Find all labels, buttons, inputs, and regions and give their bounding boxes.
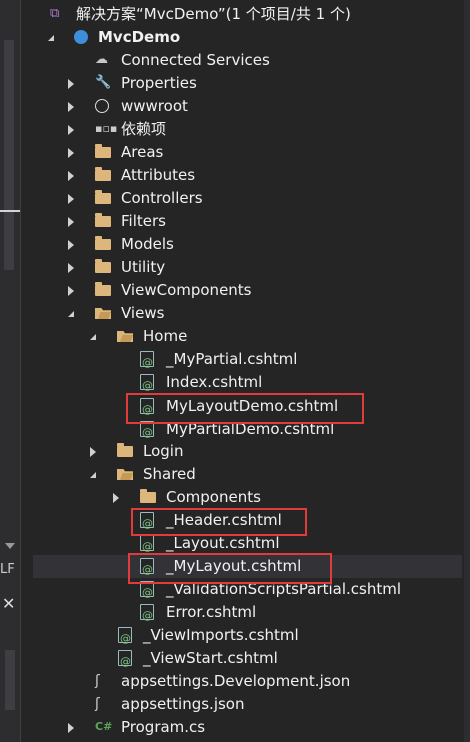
scrollbar-thumb[interactable] <box>4 40 14 270</box>
annotation-box-header <box>131 508 307 536</box>
line-ending-label: LF <box>0 562 15 577</box>
item-label: ViewComponents <box>121 281 252 299</box>
expander-closed-icon[interactable] <box>68 171 74 181</box>
scrollbar-thumb-lower[interactable] <box>5 650 15 710</box>
left-panel: LF ✕ <box>0 0 21 742</box>
item-label: appsettings.Development.json <box>121 672 351 690</box>
item-label: _ViewStart.cshtml <box>143 649 278 667</box>
item-label: _ViewImports.cshtml <box>143 626 299 644</box>
item-label: Index.cshtml <box>166 373 263 391</box>
csharp-file-icon: C# <box>95 720 113 733</box>
json-file-icon: ʃ <box>95 696 100 712</box>
scroll-down-icon[interactable] <box>5 543 15 549</box>
visual-studio-solution-icon: ⧉ <box>50 6 60 21</box>
cshtml-file-icon <box>140 535 154 558</box>
annotation-box-mylayoutdemo <box>126 393 364 424</box>
project-label: MvcDemo <box>98 28 181 46</box>
cshtml-file-icon <box>140 351 154 374</box>
json-file-icon: ʃ <box>95 673 100 689</box>
item-label: Views <box>121 304 165 322</box>
item-label: Program.cs <box>121 718 206 736</box>
item-label: Login <box>143 442 184 460</box>
cshtml-file-icon <box>118 650 132 673</box>
annotation-box-mylayout <box>128 553 332 584</box>
expander-closed-icon[interactable] <box>68 263 74 273</box>
item-label: Areas <box>121 143 164 161</box>
expander-closed-icon[interactable] <box>68 148 74 158</box>
item-label: Controllers <box>121 189 203 207</box>
folder-icon <box>95 213 111 227</box>
globe-icon <box>95 99 109 113</box>
folder-icon <box>95 259 111 273</box>
expander-closed-icon[interactable] <box>68 723 74 733</box>
expander-closed-icon[interactable] <box>68 125 74 135</box>
folder-icon <box>95 282 111 296</box>
expander-open-icon[interactable] <box>68 311 74 317</box>
wrench-icon: 🔧 <box>95 75 112 90</box>
item-label: Shared <box>143 465 196 483</box>
item-label: 依赖项 <box>121 120 167 138</box>
expander-closed-icon[interactable] <box>68 240 74 250</box>
close-icon[interactable]: ✕ <box>2 594 15 613</box>
divider <box>0 210 20 212</box>
item-label: Models <box>121 235 174 253</box>
folder-open-icon <box>117 469 133 480</box>
item-label: Filters <box>121 212 166 230</box>
folder-icon <box>95 144 111 158</box>
item-label: Error.cshtml <box>166 603 257 621</box>
cshtml-file-icon <box>140 374 154 397</box>
dependencies-icon: ▪▫▪ <box>95 122 118 135</box>
expander-closed-icon[interactable] <box>113 493 119 503</box>
expander-open-icon[interactable] <box>48 35 54 41</box>
item-label: Connected Services <box>121 51 270 69</box>
expander-closed-icon[interactable] <box>68 286 74 296</box>
cshtml-file-icon <box>118 627 132 650</box>
folder-icon <box>140 489 156 503</box>
expander-open-icon[interactable] <box>90 334 96 340</box>
item-label: _MyPartial.cshtml <box>166 350 298 368</box>
folder-open-icon <box>95 308 111 319</box>
expander-open-icon[interactable] <box>90 472 96 478</box>
expander-closed-icon[interactable] <box>68 102 74 112</box>
folder-icon <box>95 236 111 250</box>
item-label: wwwroot <box>121 97 188 115</box>
folder-icon <box>117 443 133 457</box>
item-label: Properties <box>121 74 197 92</box>
item-label: Components <box>166 488 261 506</box>
expander-closed-icon[interactable] <box>68 194 74 204</box>
solution-label: 解决方案“MvcDemo”(1 个项目/共 1 个) <box>76 5 351 23</box>
right-scrollbar[interactable] <box>464 0 470 742</box>
web-project-icon <box>74 30 88 44</box>
folder-open-icon <box>117 331 133 342</box>
cshtml-file-icon <box>140 604 154 627</box>
item-label: Attributes <box>121 166 196 184</box>
folder-icon <box>95 167 111 181</box>
item-label: Utility <box>121 258 166 276</box>
item-label: Home <box>143 327 188 345</box>
expander-closed-icon[interactable] <box>68 79 74 89</box>
folder-icon <box>95 190 111 204</box>
item-label: appsettings.json <box>121 695 245 713</box>
expander-closed-icon[interactable] <box>90 447 96 457</box>
connected-services-icon: ☁ <box>95 52 108 67</box>
expander-closed-icon[interactable] <box>68 217 74 227</box>
